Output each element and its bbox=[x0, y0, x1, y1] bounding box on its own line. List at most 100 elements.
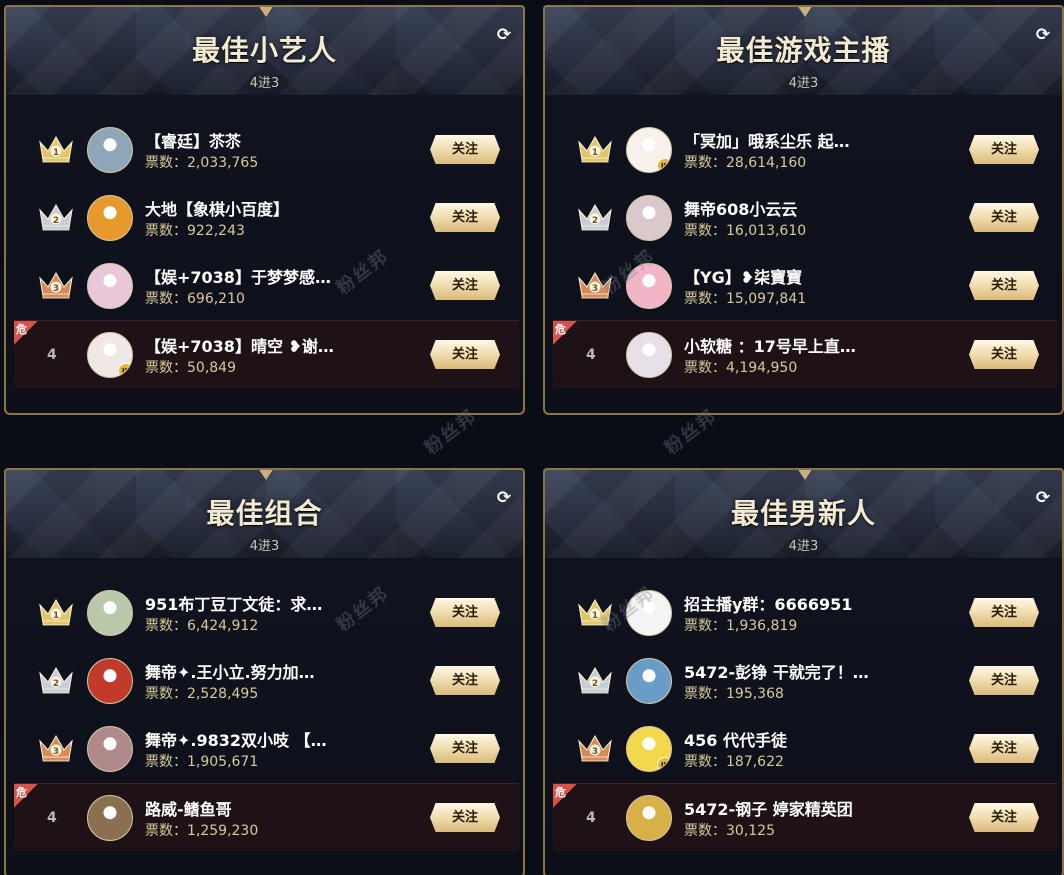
streamer-name[interactable]: 路威-鳍鱼哥 bbox=[145, 796, 232, 820]
level-badge-icon bbox=[657, 158, 671, 172]
avatar[interactable] bbox=[626, 332, 672, 378]
votes-prefix: 票数： bbox=[684, 823, 726, 839]
votes-prefix: 票数： bbox=[684, 686, 726, 702]
votes-prefix: 票数： bbox=[684, 291, 726, 307]
votes-value: 30,125 bbox=[726, 823, 775, 839]
danger-label: 危 bbox=[16, 786, 27, 799]
danger-badge: 危 bbox=[14, 321, 38, 345]
streamer-name[interactable]: 舞帝✦.王小立.努力加… bbox=[145, 659, 315, 683]
follow-button[interactable]: 关注 bbox=[430, 734, 500, 763]
follow-button[interactable]: 关注 bbox=[430, 203, 500, 232]
follow-button[interactable]: 关注 bbox=[430, 135, 500, 164]
panel-best-group: 最佳组合 4进3 ⟳ 1 951布丁豆丁文徒：求… 票数：6,424,912 关注 2 舞帝✦.… bbox=[4, 468, 525, 875]
avatar[interactable] bbox=[87, 726, 133, 772]
vote-count: 票数：2,528,495 bbox=[145, 683, 258, 703]
votes-prefix: 票数： bbox=[684, 155, 726, 171]
ranking-row: 2 舞帝608小云云 票数：16,013,610 关注 bbox=[553, 184, 1058, 252]
streamer-name[interactable]: 舞帝608小云云 bbox=[684, 196, 797, 220]
votes-value: 50,849 bbox=[187, 360, 236, 376]
streamer-name[interactable]: 大地【象棋小百度】 bbox=[145, 196, 289, 220]
avatar[interactable] bbox=[626, 795, 672, 841]
votes-value: 1,936,819 bbox=[726, 618, 798, 634]
follow-button[interactable]: 关注 bbox=[969, 803, 1039, 832]
crown-rank-number: 3 bbox=[53, 747, 59, 757]
vote-count: 票数：4,194,950 bbox=[684, 357, 797, 377]
votes-value: 2,528,495 bbox=[187, 686, 259, 702]
vote-count: 票数：6,424,912 bbox=[145, 615, 258, 635]
follow-button[interactable]: 关注 bbox=[430, 271, 500, 300]
streamer-name[interactable]: 小软糖 ：17号早上直… bbox=[684, 333, 856, 357]
vote-count: 票数：1,905,671 bbox=[145, 751, 258, 771]
refresh-icon[interactable]: ⟳ bbox=[1034, 26, 1052, 44]
votes-prefix: 票数： bbox=[145, 291, 187, 307]
votes-value: 16,013,610 bbox=[726, 223, 807, 239]
follow-button[interactable]: 关注 bbox=[430, 666, 500, 695]
vote-count: 票数：28,614,160 bbox=[684, 152, 806, 172]
follow-button[interactable]: 关注 bbox=[430, 340, 500, 369]
votes-prefix: 票数： bbox=[684, 360, 726, 376]
refresh-icon[interactable]: ⟳ bbox=[495, 489, 513, 507]
follow-button[interactable]: 关注 bbox=[969, 598, 1039, 627]
crown-rank-number: 2 bbox=[592, 679, 598, 689]
follow-button[interactable]: 关注 bbox=[430, 803, 500, 832]
streamer-name[interactable]: 【娱+7038】于梦梦感… bbox=[145, 264, 331, 288]
danger-badge: 危 bbox=[553, 321, 577, 345]
streamer-name[interactable]: 5472-钢子 婷家精英团 bbox=[684, 796, 853, 820]
refresh-icon[interactable]: ⟳ bbox=[495, 26, 513, 44]
streamer-name[interactable]: 【YG】❥柒寶寶 bbox=[684, 264, 802, 288]
header-gem-ornament bbox=[258, 470, 274, 480]
avatar[interactable] bbox=[626, 195, 672, 241]
follow-button[interactable]: 关注 bbox=[969, 271, 1039, 300]
follow-button[interactable]: 关注 bbox=[969, 734, 1039, 763]
avatar[interactable] bbox=[87, 658, 133, 704]
streamer-name[interactable]: 【娱+7038】晴空 ❥谢… bbox=[145, 333, 334, 357]
ranking-row: 3 【娱+7038】于梦梦感… 票数：696,210 关注 bbox=[14, 252, 519, 320]
avatar[interactable] bbox=[626, 127, 672, 173]
streamer-name[interactable]: 951布丁豆丁文徒：求… bbox=[145, 591, 322, 615]
follow-button[interactable]: 关注 bbox=[969, 203, 1039, 232]
follow-button[interactable]: 关注 bbox=[969, 666, 1039, 695]
ranking-row: 2 5472-彭铮 干就完了！… 票数：195,368 关注 bbox=[553, 647, 1058, 715]
refresh-icon[interactable]: ⟳ bbox=[1034, 489, 1052, 507]
streamer-name[interactable]: 【睿廷】苶苶 bbox=[145, 128, 241, 152]
streamer-name[interactable]: 舞帝✦.9832双小吱 【… bbox=[145, 727, 327, 751]
vote-count: 票数：15,097,841 bbox=[684, 288, 806, 308]
avatar[interactable] bbox=[87, 127, 133, 173]
votes-value: 195,368 bbox=[726, 686, 784, 702]
streamer-name[interactable]: 招主播y群：6666951 bbox=[684, 591, 852, 615]
ranking-list: 1 【睿廷】苶苶 票数：2,033,765 关注 2 大地【象棋小百度】 票数：922,24… bbox=[4, 95, 525, 415]
crown-rank-number: 1 bbox=[53, 611, 59, 621]
votes-value: 6,424,912 bbox=[187, 618, 259, 634]
avatar[interactable] bbox=[87, 195, 133, 241]
vote-count: 票数：696,210 bbox=[145, 288, 245, 308]
crown-rank-number: 3 bbox=[53, 284, 59, 294]
streamer-name[interactable]: 「冥加」哦系尘乐 起… bbox=[684, 128, 850, 152]
votes-value: 922,243 bbox=[187, 223, 245, 239]
avatar[interactable] bbox=[626, 658, 672, 704]
votes-prefix: 票数： bbox=[145, 223, 187, 239]
crown-rank-icon: 2 bbox=[578, 203, 612, 231]
follow-button[interactable]: 关注 bbox=[430, 598, 500, 627]
avatar[interactable] bbox=[87, 795, 133, 841]
follow-button[interactable]: 关注 bbox=[969, 340, 1039, 369]
ranking-row: 危 4 路威-鳍鱼哥 票数：1,259,230 关注 bbox=[14, 783, 519, 851]
avatar[interactable] bbox=[87, 263, 133, 309]
follow-button[interactable]: 关注 bbox=[969, 135, 1039, 164]
crown-rank-icon: 2 bbox=[578, 666, 612, 694]
panel-title: 最佳小艺人 bbox=[191, 34, 337, 67]
streamer-name[interactable]: 456 代代手徒 bbox=[684, 727, 787, 751]
crown-rank-number: 3 bbox=[592, 747, 598, 757]
panel-header: 最佳男新人 4进3 ⟳ bbox=[543, 468, 1064, 560]
panel-title: 最佳组合 bbox=[206, 497, 323, 530]
streamer-name[interactable]: 5472-彭铮 干就完了！… bbox=[684, 659, 869, 683]
avatar[interactable] bbox=[87, 590, 133, 636]
panel-subtitle: 4进3 bbox=[788, 539, 819, 554]
danger-label: 危 bbox=[555, 323, 566, 336]
panel-header: 最佳游戏主播 4进3 ⟳ bbox=[543, 5, 1064, 97]
crown-rank-icon: 3 bbox=[39, 271, 73, 299]
avatar[interactable] bbox=[626, 726, 672, 772]
ranking-row: 危 4 5472-钢子 婷家精英团 票数：30,125 关注 bbox=[553, 783, 1058, 851]
ranking-row: 危 4 小软糖 ：17号早上直… 票数：4,194,950 关注 bbox=[553, 320, 1058, 388]
avatar[interactable] bbox=[87, 332, 133, 378]
vote-count: 票数：187,622 bbox=[684, 751, 784, 771]
